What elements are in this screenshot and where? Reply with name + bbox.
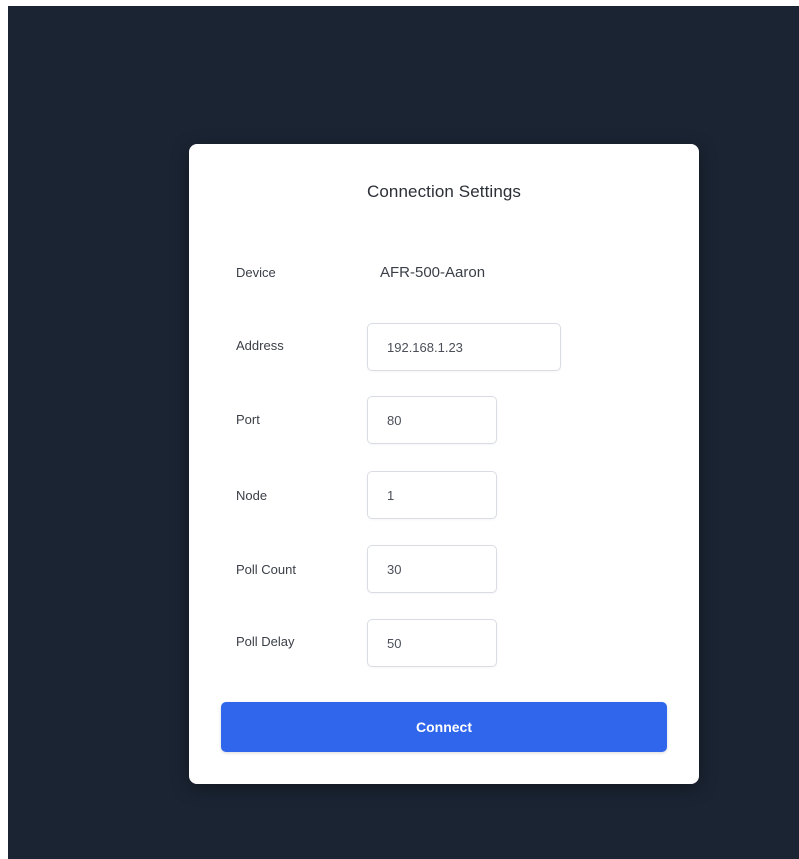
connection-settings-dialog: Connection Settings Device AFR-500-Aaron… — [189, 144, 699, 784]
device-value: AFR-500-Aaron — [380, 264, 486, 281]
poll-delay-label: Poll Delay — [236, 634, 295, 649]
poll-count-input[interactable] — [367, 545, 497, 593]
poll-delay-input[interactable] — [367, 619, 497, 667]
dialog-title: Connection Settings — [366, 182, 522, 201]
node-input[interactable] — [367, 471, 497, 519]
address-input[interactable] — [367, 323, 561, 371]
app-background: Connection Settings Device AFR-500-Aaron… — [8, 6, 799, 859]
address-label: Address — [236, 338, 284, 353]
connect-button[interactable]: Connect — [221, 702, 667, 752]
poll-count-label: Poll Count — [236, 562, 296, 577]
device-label: Device — [236, 265, 276, 280]
node-label: Node — [236, 488, 268, 503]
port-label: Port — [236, 412, 260, 427]
port-input[interactable] — [367, 396, 497, 444]
